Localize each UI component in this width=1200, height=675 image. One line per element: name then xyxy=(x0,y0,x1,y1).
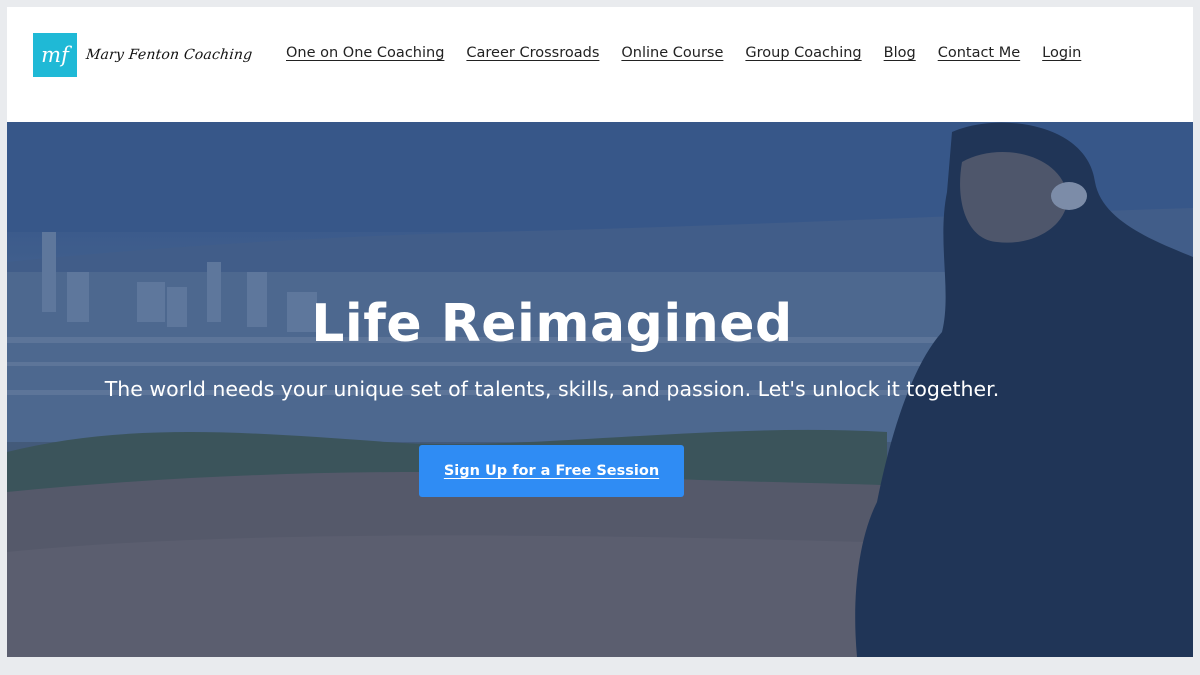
nav-link-one-on-one-coaching[interactable]: One on One Coaching xyxy=(286,45,444,61)
nav-link-contact-me[interactable]: Contact Me xyxy=(938,45,1020,61)
logo-mark-icon: mf xyxy=(33,33,77,77)
hero-title: Life Reimagined xyxy=(311,294,793,354)
hero-subtitle: The world needs your unique set of talen… xyxy=(104,377,1000,401)
main-nav: One on One Coaching Career Crossroads On… xyxy=(286,45,1081,61)
site-header: mf Mary Fenton Coaching One on One Coach… xyxy=(7,7,1193,122)
nav-link-login[interactable]: Login xyxy=(1042,45,1081,61)
page-frame: mf Mary Fenton Coaching One on One Coach… xyxy=(7,7,1193,657)
nav-link-career-crossroads[interactable]: Career Crossroads xyxy=(466,45,599,61)
logo-text: Mary Fenton Coaching xyxy=(85,47,254,63)
free-session-signup-button[interactable]: Sign Up for a Free Session xyxy=(419,445,684,497)
site-logo[interactable]: mf Mary Fenton Coaching xyxy=(33,33,254,77)
svg-text:mf: mf xyxy=(41,43,72,67)
nav-link-blog[interactable]: Blog xyxy=(884,45,916,61)
hero-section: Life Reimagined The world needs your uni… xyxy=(7,122,1193,657)
nav-link-online-course[interactable]: Online Course xyxy=(621,45,723,61)
nav-link-group-coaching[interactable]: Group Coaching xyxy=(745,45,861,61)
